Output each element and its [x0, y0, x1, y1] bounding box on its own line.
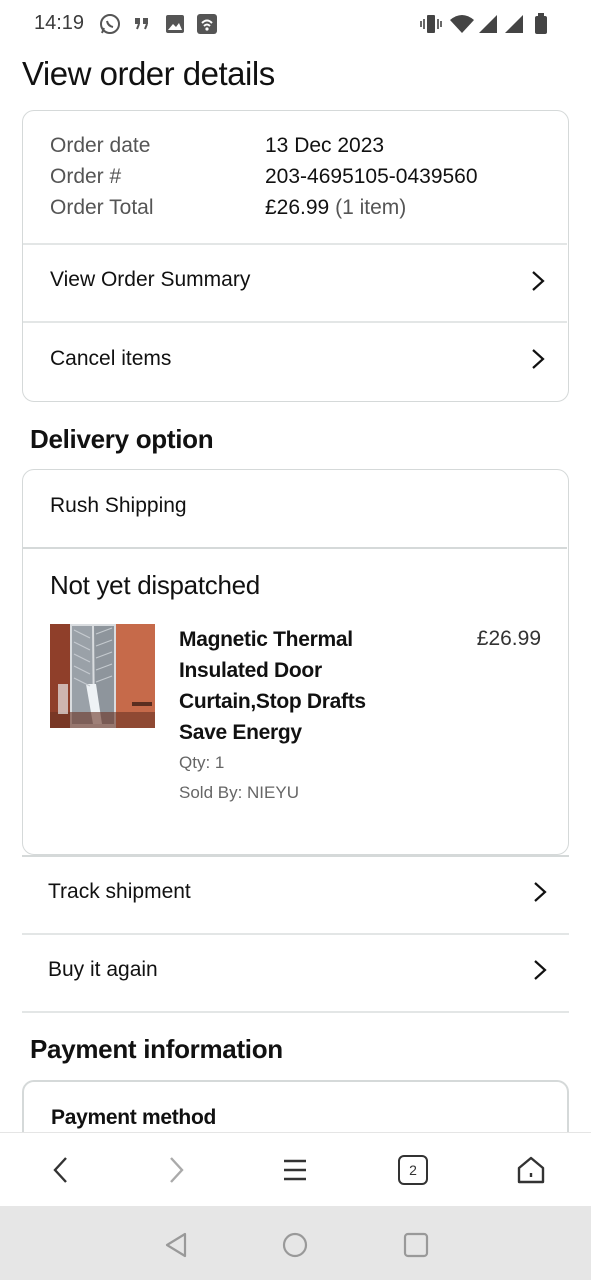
track-shipment-row[interactable]: Track shipment [22, 856, 569, 934]
menu-button[interactable] [275, 1151, 315, 1189]
buy-it-again-label: Buy it again [48, 958, 158, 981]
browser-bottom-nav: 2 [0, 1132, 591, 1206]
whatsapp-icon [98, 13, 122, 35]
status-bar: 14:19 [0, 0, 591, 50]
signal-icon [477, 13, 499, 35]
android-back-icon [165, 1232, 187, 1258]
dispatch-status: Not yet dispatched [50, 570, 260, 600]
order-total-label: Order Total [50, 196, 154, 219]
chevron-right-icon [534, 960, 547, 980]
android-home-button[interactable] [280, 1230, 310, 1260]
payment-method-label: Payment method [51, 1106, 216, 1129]
cast-icon [195, 13, 219, 35]
tab-count: 2 [409, 1162, 417, 1178]
wifi-icon [449, 13, 475, 35]
order-total-items: (1 item) [335, 196, 407, 219]
chevron-right-icon [532, 271, 545, 291]
forward-icon [170, 1157, 184, 1183]
order-info-card: Order date 13 Dec 2023 Order # 203-46951… [22, 110, 569, 402]
android-recents-button[interactable] [401, 1230, 431, 1260]
view-order-summary-label: View Order Summary [50, 268, 251, 291]
buy-it-again-row[interactable]: Buy it again [22, 934, 569, 1012]
chevron-right-icon [532, 349, 545, 369]
order-number-label: Order # [50, 165, 122, 188]
order-number-value: 203-4695105-0439560 [265, 165, 478, 188]
battery-icon [533, 13, 549, 35]
shipping-option-label: Rush Shipping [50, 494, 187, 517]
divider [23, 547, 567, 549]
home-icon [517, 1156, 545, 1184]
order-total-value: £26.99 (1 item) [265, 196, 406, 220]
delivery-option-heading: Delivery option [30, 424, 214, 454]
product-quantity: Qty: 1 [179, 753, 225, 772]
page-title: View order details [22, 55, 275, 92]
vibrate-icon [420, 13, 442, 35]
cancel-items-label: Cancel items [50, 347, 172, 370]
track-shipment-label: Track shipment [48, 880, 191, 903]
forward-button[interactable] [157, 1151, 197, 1189]
back-button[interactable] [40, 1151, 80, 1189]
order-date-value: 13 Dec 2023 [265, 134, 385, 157]
product-seller: Sold By: NIEYU [179, 783, 299, 802]
view-order-summary-row[interactable]: View Order Summary [23, 244, 567, 321]
android-home-icon [282, 1232, 308, 1258]
divider [22, 1011, 569, 1013]
product-title[interactable]: Magnetic Thermal Insulated Door Curtain,… [179, 624, 409, 748]
signal-icon [503, 13, 525, 35]
home-button[interactable] [511, 1151, 551, 1189]
android-nav-bar [0, 1206, 591, 1280]
android-recents-icon [403, 1232, 429, 1258]
tabs-button[interactable]: 2 [393, 1151, 433, 1189]
payment-information-heading: Payment information [30, 1034, 283, 1064]
delivery-card: Rush Shipping Not yet dispatched Magneti… [22, 469, 569, 855]
back-icon [53, 1157, 67, 1183]
android-back-button[interactable] [161, 1230, 191, 1260]
chevron-right-icon [534, 882, 547, 902]
cancel-items-row[interactable]: Cancel items [23, 322, 567, 401]
image-icon [164, 13, 186, 35]
tabs-icon: 2 [398, 1155, 428, 1185]
product-price: £26.99 [476, 627, 541, 650]
status-time: 14:19 [34, 12, 85, 34]
order-date-label: Order date [50, 134, 151, 157]
order-total-amount: £26.99 [265, 196, 330, 219]
menu-icon [284, 1159, 306, 1181]
quote-icon [132, 13, 152, 35]
product-image[interactable] [50, 624, 155, 728]
